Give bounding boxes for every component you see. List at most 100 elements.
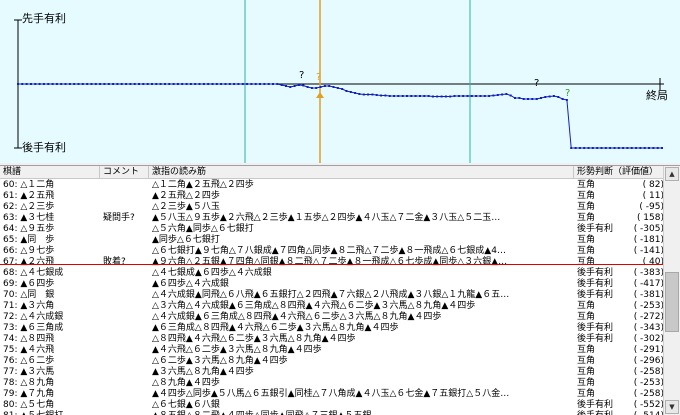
- evaluation-point: [164, 83, 166, 85]
- header-judgement[interactable]: 形勢判断（評価値）: [574, 166, 664, 178]
- evaluation-point: [522, 98, 525, 100]
- evaluation-point: [112, 83, 115, 85]
- evaluation-point: [64, 83, 67, 85]
- evaluation-point: [302, 84, 305, 87]
- evaluation-point: [349, 91, 352, 93]
- evaluation-point: [151, 83, 153, 85]
- evaluation-point: [527, 98, 529, 100]
- evaluation-point: [643, 147, 646, 149]
- move-cell: 81: ▲５七銀打: [3, 410, 93, 415]
- evaluation-point: [492, 94, 495, 97]
- evaluation-point: [297, 84, 300, 86]
- scroll-thumb[interactable]: [665, 272, 679, 332]
- evaluation-point: [155, 83, 158, 85]
- evaluation-point: [574, 147, 577, 149]
- evaluation-point: [419, 95, 421, 97]
- evaluation-point: [259, 83, 261, 85]
- evaluation-point: [483, 95, 486, 97]
- evaluation-point: [272, 83, 274, 85]
- evaluation-point: [591, 147, 594, 149]
- evaluation-graph-canvas: ? ? ? ?: [14, 0, 664, 163]
- evaluation-point: [34, 83, 37, 85]
- cursor-arrow-icon: [316, 92, 324, 98]
- evaluation-point: [198, 83, 201, 85]
- evaluation-point: [449, 95, 452, 98]
- header-reading[interactable]: 激指の読み筋: [149, 166, 574, 178]
- evaluation-point: [561, 98, 564, 100]
- evaluation-point: [77, 83, 80, 85]
- evaluation-point: [535, 98, 538, 100]
- evaluation-point: [596, 147, 599, 149]
- evaluation-point: [565, 99, 568, 101]
- question-mark-3: ?: [565, 88, 570, 99]
- evaluation-point: [73, 83, 76, 85]
- header-move[interactable]: 棋譜: [0, 166, 100, 178]
- evaluation-point: [267, 83, 270, 85]
- evaluation-point: [388, 95, 391, 97]
- evaluation-point: [25, 83, 28, 85]
- evaluation-point: [220, 83, 223, 85]
- evaluation-point: [133, 83, 136, 85]
- evaluation-point: [406, 95, 408, 97]
- evaluation-point: [86, 83, 89, 85]
- question-mark-2: ?: [534, 78, 539, 89]
- evaluation-point: [189, 83, 192, 85]
- evaluation-point: [466, 95, 469, 97]
- evaluation-point: [617, 147, 620, 149]
- evaluation-point: [289, 86, 292, 88]
- header-comment[interactable]: コメント: [100, 166, 149, 178]
- evaluation-point: [367, 93, 370, 96]
- move-list-table[interactable]: 棋譜 コメント 激指の読み筋 形勢判断（評価値） 60: △１二角 △１二角▲２五…: [0, 165, 680, 415]
- evaluation-point: [116, 83, 119, 85]
- evaluation-point: [138, 83, 140, 85]
- evaluation-point: [393, 95, 395, 97]
- evaluation-point: [540, 97, 542, 99]
- evaluation-point: [228, 83, 231, 85]
- reading-cell: ▲８五銀△８二飛▲４四歩△同歩▲同飛△７三銀▲５五銀: [152, 410, 570, 415]
- evaluation-point: [518, 97, 521, 99]
- scroll-down-button[interactable]: ▼: [665, 400, 679, 414]
- evaluation-point: [531, 98, 534, 100]
- evaluation-point: [241, 83, 244, 85]
- evaluation-point: [440, 95, 443, 98]
- vertical-scrollbar[interactable]: ▲ ▼: [663, 166, 680, 415]
- evaluation-point: [622, 147, 625, 149]
- evaluation-point: [423, 95, 426, 97]
- evaluation-graph[interactable]: ? ? ? ? 先手有利 後手有利 終局: [0, 0, 680, 163]
- evaluation-point: [626, 147, 629, 149]
- evaluation-point: [613, 147, 616, 149]
- evaluation-point: [600, 147, 603, 149]
- evaluation-point: [384, 94, 387, 97]
- evaluation-point: [38, 83, 41, 85]
- evaluation-point: [509, 94, 512, 97]
- evaluation-point: [453, 95, 456, 97]
- evaluation-point: [479, 95, 482, 97]
- evaluation-point: [293, 85, 296, 87]
- graph-end-label: 終局: [646, 89, 668, 102]
- scroll-up-button[interactable]: ▲: [665, 167, 679, 181]
- evaluation-point: [375, 94, 378, 96]
- evaluation-point: [488, 95, 491, 97]
- evaluation-point: [94, 83, 97, 85]
- evaluation-point: [168, 83, 171, 85]
- evaluation-point: [661, 147, 663, 149]
- evaluation-point: [544, 96, 547, 98]
- evaluation-point: [609, 147, 612, 149]
- evaluation-point: [341, 88, 344, 90]
- evaluation-point: [639, 147, 642, 149]
- table-row[interactable]: 81: ▲５七銀打 ▲８五銀△８二飛▲４四歩△同歩▲同飛△７三銀▲５五銀 後手有利(…: [0, 410, 664, 415]
- evaluation-point: [315, 87, 318, 89]
- evaluation-point: [332, 86, 335, 88]
- evaluation-point: [496, 94, 499, 96]
- evaluation-point: [68, 83, 71, 85]
- evaluation-point: [410, 95, 413, 97]
- evaluation-point: [237, 83, 240, 85]
- evaluation-point: [176, 83, 179, 85]
- evaluation-point: [202, 83, 205, 85]
- evaluation-point: [194, 83, 197, 85]
- evaluation-point: [401, 95, 404, 97]
- evaluation-point: [570, 147, 573, 149]
- evaluation-point: [323, 85, 326, 87]
- evaluation-point: [51, 83, 54, 85]
- table-header: 棋譜 コメント 激指の読み筋 形勢判断（評価値）: [0, 166, 664, 179]
